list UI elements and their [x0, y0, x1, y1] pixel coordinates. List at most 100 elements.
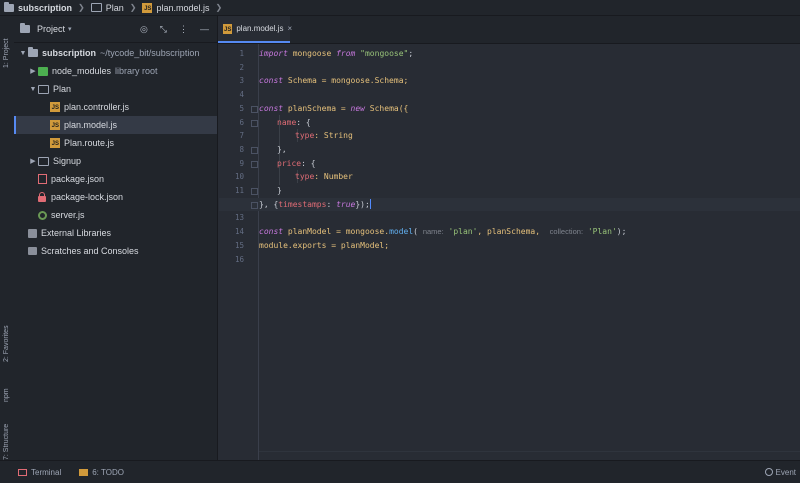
tool-tab-structure-label: 7: Structure — [3, 423, 10, 460]
code-line-12: }, {timestamps: true}); — [259, 198, 371, 212]
tree-item-label: Signup — [53, 156, 82, 166]
project-view-selector[interactable]: Project — [37, 24, 65, 34]
tree-item-label: Plan — [53, 84, 72, 94]
tree-item-subscription[interactable]: ▼ subscription ~/tycode_bit/subscription — [14, 44, 221, 62]
line-number: 6 — [239, 117, 244, 127]
fold-marker-icon[interactable] — [251, 202, 258, 209]
editor-divider — [259, 451, 800, 452]
breadcrumb-folder-label: Plan — [105, 2, 124, 13]
line-number: 2 — [239, 62, 244, 72]
left-tool-stripe: 1: Project 2: Favorites npm 7: Structure — [0, 16, 15, 460]
tree-item-package-json[interactable]: package.json — [14, 170, 241, 188]
breadcrumb-root-label: subscription — [18, 2, 73, 13]
code-token: : — [326, 199, 337, 209]
line-number: 15 — [234, 240, 244, 250]
code-token: Schema = mongoose.Schema; — [283, 76, 409, 86]
locate-icon[interactable]: ◎ — [140, 24, 148, 35]
identifier-token: planSchema = — [283, 103, 351, 113]
close-icon[interactable]: × — [287, 24, 292, 33]
chevron-right-icon: ❯ — [78, 3, 85, 12]
folder-icon — [90, 3, 102, 12]
tree-item-external-libraries[interactable]: External Libraries — [14, 224, 231, 242]
line-number: 9 — [239, 158, 244, 168]
line-number: 8 — [239, 144, 244, 154]
fold-marker-icon[interactable] — [251, 106, 258, 113]
code-line-10: type: Number — [295, 170, 353, 184]
code-token: }); — [355, 199, 370, 209]
breadcrumb-root[interactable]: subscription — [4, 1, 73, 13]
tree-item-server-js[interactable]: server.js — [14, 206, 241, 224]
navigation-breadcrumb: subscription ❯ Plan ❯ JS plan.model.js ❯ — [0, 0, 800, 16]
event-log-icon — [764, 468, 773, 476]
fold-marker-icon[interactable] — [251, 147, 258, 154]
folder-icon — [38, 156, 49, 166]
server-js-icon — [38, 210, 47, 220]
code-token: module.exports = planModel; — [259, 240, 390, 250]
project-panel-header: Project ▾ ◎ ⤡ ⋮ — — [14, 16, 217, 43]
code-token: : Number — [314, 172, 353, 182]
fold-marker-icon[interactable] — [251, 161, 258, 168]
property-token: name — [277, 117, 297, 127]
code-area[interactable]: import mongoose from "mongoose"; const S… — [219, 44, 800, 460]
chevron-down-icon: ▼ — [29, 85, 37, 93]
tree-item-plan-model[interactable]: JS plan.model.js — [14, 116, 217, 134]
chevron-down-icon[interactable]: ▾ — [68, 25, 72, 33]
lock-file-icon — [38, 192, 46, 202]
tree-item-signup[interactable]: ▶ Signup — [14, 152, 231, 170]
tree-item-label: plan.model.js — [64, 120, 118, 130]
todo-tab[interactable]: 6: TODO — [79, 468, 124, 477]
collapse-icon[interactable]: ⤡ — [160, 24, 167, 35]
tool-tab-npm-label: npm — [3, 388, 10, 402]
function-token: model — [389, 227, 414, 237]
tree-item-scratches[interactable]: Scratches and Consoles — [14, 242, 231, 260]
scratches-icon — [28, 247, 37, 255]
property-token: timestamps — [278, 199, 327, 209]
code-line-15: module.exports = planModel; — [259, 239, 389, 253]
node-modules-icon — [38, 66, 48, 76]
chevron-down-icon: ▼ — [19, 49, 27, 57]
code-token: }, — [277, 144, 287, 154]
keyword-token: const — [259, 227, 284, 237]
tree-item-label: server.js — [51, 210, 85, 220]
todo-tab-label: 6: TODO — [92, 467, 124, 477]
hide-icon[interactable]: — — [200, 24, 209, 35]
tree-item-label: Plan.route.js — [64, 138, 115, 148]
tree-item-plan[interactable]: ▼ Plan — [14, 80, 231, 98]
line-number: 1 — [239, 49, 244, 58]
json-file-icon — [38, 174, 47, 184]
js-file-icon: JS — [50, 120, 60, 130]
tree-item-label: package-lock.json — [51, 192, 124, 202]
punctuation-token: ); — [616, 227, 627, 237]
breadcrumb-file[interactable]: JS plan.model.js — [142, 2, 209, 13]
tree-item-package-lock[interactable]: package-lock.json — [14, 188, 241, 206]
fold-marker-icon[interactable] — [251, 188, 258, 195]
folder-icon — [28, 47, 38, 57]
terminal-tab[interactable]: Terminal — [18, 468, 61, 477]
code-line-1: import mongoose from "mongoose"; — [259, 47, 413, 61]
js-file-icon: JS — [223, 23, 233, 34]
project-icon — [20, 23, 30, 33]
code-line-6: name: { — [277, 116, 311, 130]
keyword-token: from — [336, 49, 356, 58]
event-log-label: Event — [775, 467, 796, 477]
tree-item-detail: library root — [115, 66, 158, 76]
fold-marker-icon[interactable] — [251, 120, 258, 127]
code-editor: JS plan.model.js × 1 2 3 4 5 6 7 8 9 10 … — [218, 16, 800, 460]
tree-item-node-modules[interactable]: ▶ node_modules library root — [14, 62, 231, 80]
line-number: 14 — [234, 227, 244, 237]
code-line-3: const Schema = mongoose.Schema; — [259, 74, 408, 88]
settings-icon[interactable]: ⋮ — [179, 24, 188, 35]
breadcrumb-folder[interactable]: Plan — [90, 2, 124, 13]
property-token: type — [295, 131, 315, 141]
editor-tab-plan-model[interactable]: JS plan.model.js × — [218, 16, 292, 43]
text-cursor — [369, 199, 371, 210]
tree-item-label: plan.controller.js — [64, 102, 130, 112]
event-log-tab[interactable]: Event — [764, 467, 796, 477]
code-line-8: }, — [277, 143, 287, 157]
chevron-right-icon: ▶ — [30, 68, 36, 75]
line-number: 16 — [234, 254, 244, 264]
identifier-token: planModel = mongoose. — [283, 227, 390, 237]
punctuation-token: ( — [413, 227, 418, 237]
todo-icon — [79, 468, 89, 476]
code-line-14: const planModel = mongoose.model( name: … — [259, 225, 626, 239]
